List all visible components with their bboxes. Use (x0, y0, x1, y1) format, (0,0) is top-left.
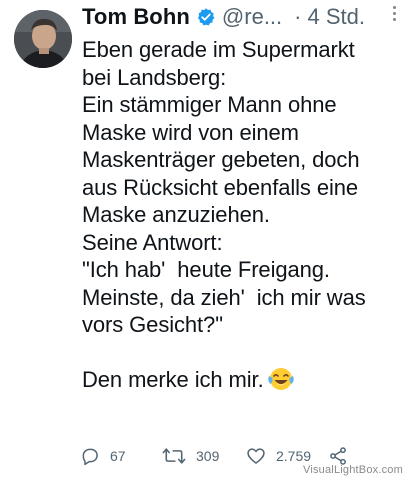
avatar[interactable] (14, 10, 72, 68)
retweet-icon (162, 446, 186, 466)
more-icon[interactable] (393, 6, 397, 26)
tweet-text-content: Eben gerade im Supermarkt bei Landsberg:… (82, 37, 366, 392)
tweet-text: Eben gerade im Supermarkt bei Landsberg:… (82, 36, 402, 394)
like-button[interactable]: 2.759 (246, 446, 311, 466)
reply-button[interactable]: 67 (80, 446, 126, 466)
like-count: 2.759 (276, 448, 312, 464)
share-button[interactable] (328, 446, 348, 466)
retweet-count: 309 (196, 448, 220, 464)
tweet-header: Tom Bohn @re... · 4 Std. (82, 2, 401, 32)
verified-badge-icon (196, 7, 216, 27)
reply-icon (80, 446, 100, 466)
author-name[interactable]: Tom Bohn (82, 4, 190, 30)
reply-count: 67 (110, 448, 126, 464)
face-with-tears-of-joy-icon (267, 367, 294, 391)
watermark: VisualLightBox.com (302, 464, 403, 476)
author-handle[interactable]: @re... (222, 4, 282, 30)
timestamp[interactable]: 4 Std. (307, 4, 364, 30)
share-icon (328, 446, 348, 466)
like-icon (246, 446, 266, 466)
retweet-button[interactable]: 309 (162, 446, 219, 466)
header-separator: · (294, 4, 302, 29)
tweet: Tom Bohn @re... · 4 Std. Eben gerade im … (0, 0, 409, 480)
